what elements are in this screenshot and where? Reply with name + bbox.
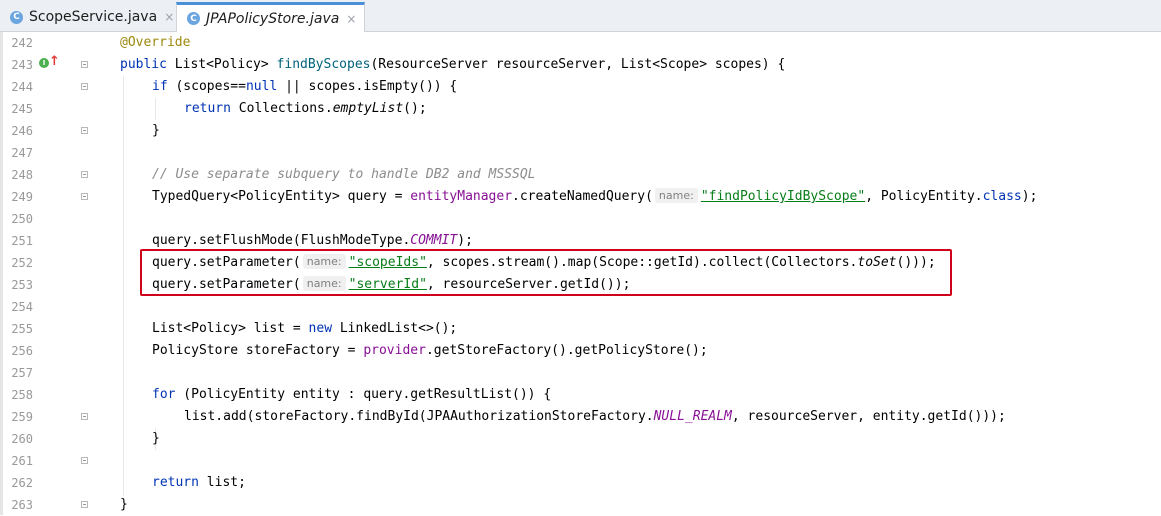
line-number: 250: [11, 212, 33, 226]
code-line-248: // Use separate subquery to handle DB2 a…: [152, 167, 536, 182]
line-number: 256: [11, 344, 33, 358]
code-line-262: return list;: [152, 475, 246, 490]
line-number: 242: [11, 36, 33, 50]
line-number: 257: [11, 366, 33, 380]
code-line-258: for (PolicyEntity entity : query.getResu…: [152, 387, 552, 402]
line-number: 255: [11, 322, 33, 336]
parameter-hint: name:: [654, 188, 698, 203]
class-icon: C: [187, 12, 200, 25]
line-number: 245: [11, 102, 33, 116]
tab-label: ScopeService.java: [29, 9, 158, 25]
implements-method-icon[interactable]: I: [39, 58, 49, 68]
code-line-246: }: [152, 123, 160, 138]
close-icon[interactable]: ×: [164, 10, 174, 24]
indent-guide: [155, 98, 156, 120]
close-icon[interactable]: ×: [346, 12, 356, 26]
code-line-244: if (scopes==null || scopes.isEmpty()) {: [152, 79, 458, 94]
code-line-260: }: [152, 431, 160, 446]
line-number: 251: [11, 234, 33, 248]
code-line-243: public List<Policy> findByScopes(Resourc…: [120, 57, 786, 72]
code-line-249: TypedQuery<PolicyEntity> query = entityM…: [152, 188, 1038, 204]
fold-marker[interactable]: [81, 83, 88, 90]
indent-guide: [123, 76, 124, 496]
fold-marker[interactable]: [81, 193, 88, 200]
line-number: 259: [11, 410, 33, 424]
line-number-gutter[interactable]: 242 243 244 245 246 247 248 249 250 251 …: [0, 32, 100, 515]
fold-marker[interactable]: [81, 457, 88, 464]
highlight-annotation-box: [140, 249, 952, 296]
line-number: 260: [11, 432, 33, 446]
line-number: 263: [11, 498, 33, 512]
class-icon: C: [10, 10, 23, 24]
fold-marker[interactable]: [81, 501, 88, 508]
arrow-up-icon[interactable]: ↑: [49, 54, 60, 69]
fold-marker[interactable]: [81, 61, 88, 68]
line-number: 258: [11, 388, 33, 402]
code-line-245: return Collections.emptyList();: [184, 101, 427, 116]
line-number: 244: [11, 80, 33, 94]
line-number: 243: [11, 58, 33, 72]
line-number: 253: [11, 278, 33, 292]
code-editor[interactable]: 242 243 244 245 246 247 248 249 250 251 …: [0, 32, 1161, 515]
tab-label: JPAPolicyStore.java: [206, 10, 340, 27]
tab-scopeservice[interactable]: C ScopeService.java ×: [0, 3, 182, 31]
line-number: 248: [11, 168, 33, 182]
code-line-259: list.add(storeFactory.findById(JPAAuthor…: [184, 409, 1006, 424]
tab-jpapolicystore[interactable]: C JPAPolicyStore.java ×: [176, 2, 366, 32]
code-line-256: PolicyStore storeFactory = provider.getS…: [152, 343, 708, 358]
fold-marker[interactable]: [81, 127, 88, 134]
line-number: 262: [11, 476, 33, 490]
editor-tab-bar: C ScopeService.java × C JPAPolicyStore.j…: [0, 0, 1161, 32]
line-number: 247: [11, 146, 33, 160]
line-number: 246: [11, 124, 33, 138]
code-line-263: }: [120, 497, 128, 512]
code-area[interactable]: @Override public List<Policy> findByScop…: [100, 32, 1161, 515]
line-number: 249: [11, 190, 33, 204]
code-line-255: List<Policy> list = new LinkedList<>();: [152, 321, 458, 336]
fold-marker[interactable]: [81, 413, 88, 420]
line-number: 254: [11, 300, 33, 314]
line-number: 252: [11, 256, 33, 270]
fold-marker[interactable]: [81, 171, 88, 178]
code-line-242: @Override: [120, 35, 191, 50]
line-number: 261: [11, 454, 33, 468]
